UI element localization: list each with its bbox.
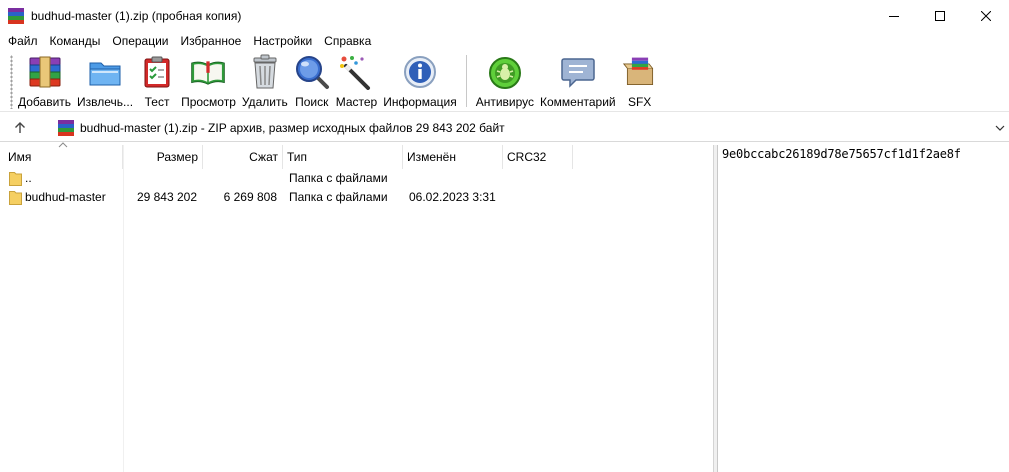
file-size	[123, 169, 197, 188]
delete-button[interactable]: Удалить	[239, 50, 291, 110]
add-archive-icon	[27, 54, 63, 90]
menu-bar: Файл Команды Операции Избранное Настройк…	[0, 32, 1009, 50]
file-row-budhud-master[interactable]: budhud-master 29 843 202 6 269 808 Папка…	[0, 188, 713, 207]
file-list[interactable]: Имя Размер Сжат Тип Изменён CRC32 .. Пап…	[0, 142, 713, 472]
column-header-type[interactable]: Тип	[283, 145, 403, 169]
file-row-parent[interactable]: .. Папка с файлами	[0, 169, 713, 188]
path-text: budhud-master (1).zip - ZIP архив, разме…	[80, 121, 505, 135]
add-button[interactable]: Добавить	[15, 50, 74, 110]
path-dropdown-button[interactable]	[993, 120, 1007, 136]
zip-archive-icon	[58, 120, 74, 136]
antivirus-icon	[487, 54, 523, 90]
antivirus-label: Антивирус	[475, 95, 535, 109]
file-modified: 06.02.2023 3:31	[409, 190, 496, 204]
wizard-icon	[338, 54, 374, 90]
view-icon	[190, 54, 226, 90]
chevron-down-icon	[995, 125, 1005, 131]
column-header-crc32[interactable]: CRC32	[503, 145, 573, 169]
name-column-divider	[123, 145, 124, 472]
test-icon	[139, 54, 175, 90]
column-headers: Имя Размер Сжат Тип Изменён CRC32	[0, 142, 713, 169]
sfx-label: SFX	[627, 95, 652, 109]
folder-icon	[9, 172, 22, 186]
arrow-up-icon	[15, 121, 25, 133]
winrar-app-icon[interactable]	[8, 8, 24, 24]
comment-button[interactable]: Комментарий	[537, 50, 619, 110]
file-size: 29 843 202	[136, 190, 197, 204]
test-button[interactable]: Тест	[136, 50, 178, 110]
find-icon	[294, 54, 330, 90]
sfx-icon	[622, 54, 658, 90]
file-type: Папка с файлами	[289, 190, 388, 204]
menu-favorites[interactable]: Избранное	[175, 32, 248, 50]
column-header-name[interactable]: Имя	[4, 145, 123, 169]
delete-label: Удалить	[241, 95, 288, 109]
wizard-label: Мастер	[335, 95, 378, 109]
sfx-button[interactable]: SFX	[619, 50, 661, 110]
window-title: budhud-master (1).zip (пробная копия)	[31, 9, 242, 23]
toolbar: Добавить Извлечь... Тест Просмотр Удалит…	[0, 50, 1009, 112]
file-name: ..	[25, 171, 32, 185]
menu-help[interactable]: Справка	[318, 32, 377, 50]
title-bar: budhud-master (1).zip (пробная копия)	[0, 0, 1009, 32]
minimize-icon	[889, 16, 899, 17]
toolbar-grip[interactable]	[10, 55, 13, 109]
view-label: Просмотр	[181, 95, 236, 109]
file-type: Папка с файлами	[289, 171, 388, 185]
add-label: Добавить	[18, 95, 72, 109]
menu-options[interactable]: Настройки	[247, 32, 318, 50]
file-packed: 6 269 808	[223, 190, 277, 204]
antivirus-button[interactable]: Антивирус	[473, 50, 537, 110]
up-folder-button[interactable]	[0, 115, 40, 141]
info-icon	[402, 54, 438, 90]
path-field[interactable]: budhud-master (1).zip - ZIP архив, разме…	[53, 117, 1009, 139]
column-header-size[interactable]: Размер	[123, 145, 203, 169]
column-header-packed[interactable]: Сжат	[203, 145, 283, 169]
file-name: budhud-master	[25, 190, 106, 204]
extract-icon	[87, 54, 123, 90]
test-label: Тест	[144, 95, 170, 109]
find-label: Поиск	[295, 95, 329, 109]
find-button[interactable]: Поиск	[291, 50, 333, 110]
column-header-modified[interactable]: Изменён	[403, 145, 503, 169]
delete-icon	[247, 54, 283, 90]
close-button[interactable]	[963, 0, 1009, 32]
folder-icon	[9, 191, 22, 205]
maximize-icon	[935, 11, 945, 21]
close-icon	[981, 11, 991, 21]
comment-label: Комментарий	[540, 95, 616, 109]
info-button[interactable]: Информация	[380, 50, 459, 110]
menu-commands[interactable]: Команды	[44, 32, 107, 50]
maximize-button[interactable]	[917, 0, 963, 32]
comment-icon	[560, 54, 596, 90]
extract-label: Извлечь...	[77, 95, 134, 109]
menu-operations[interactable]: Операции	[106, 32, 174, 50]
info-pane[interactable]: 9e0bccabc26189d78e75657cf1d1f2ae8f	[717, 145, 1009, 472]
wizard-button[interactable]: Мастер	[333, 50, 381, 110]
info-label: Информация	[383, 95, 457, 109]
view-button[interactable]: Просмотр	[178, 50, 239, 110]
address-bar: budhud-master (1).zip - ZIP архив, разме…	[0, 114, 1009, 142]
minimize-button[interactable]	[871, 0, 917, 32]
extract-button[interactable]: Извлечь...	[74, 50, 136, 110]
hash-text: 9e0bccabc26189d78e75657cf1d1f2ae8f	[722, 147, 961, 161]
file-packed	[203, 169, 277, 188]
menu-file[interactable]: Файл	[2, 32, 44, 50]
toolbar-separator	[465, 55, 467, 107]
